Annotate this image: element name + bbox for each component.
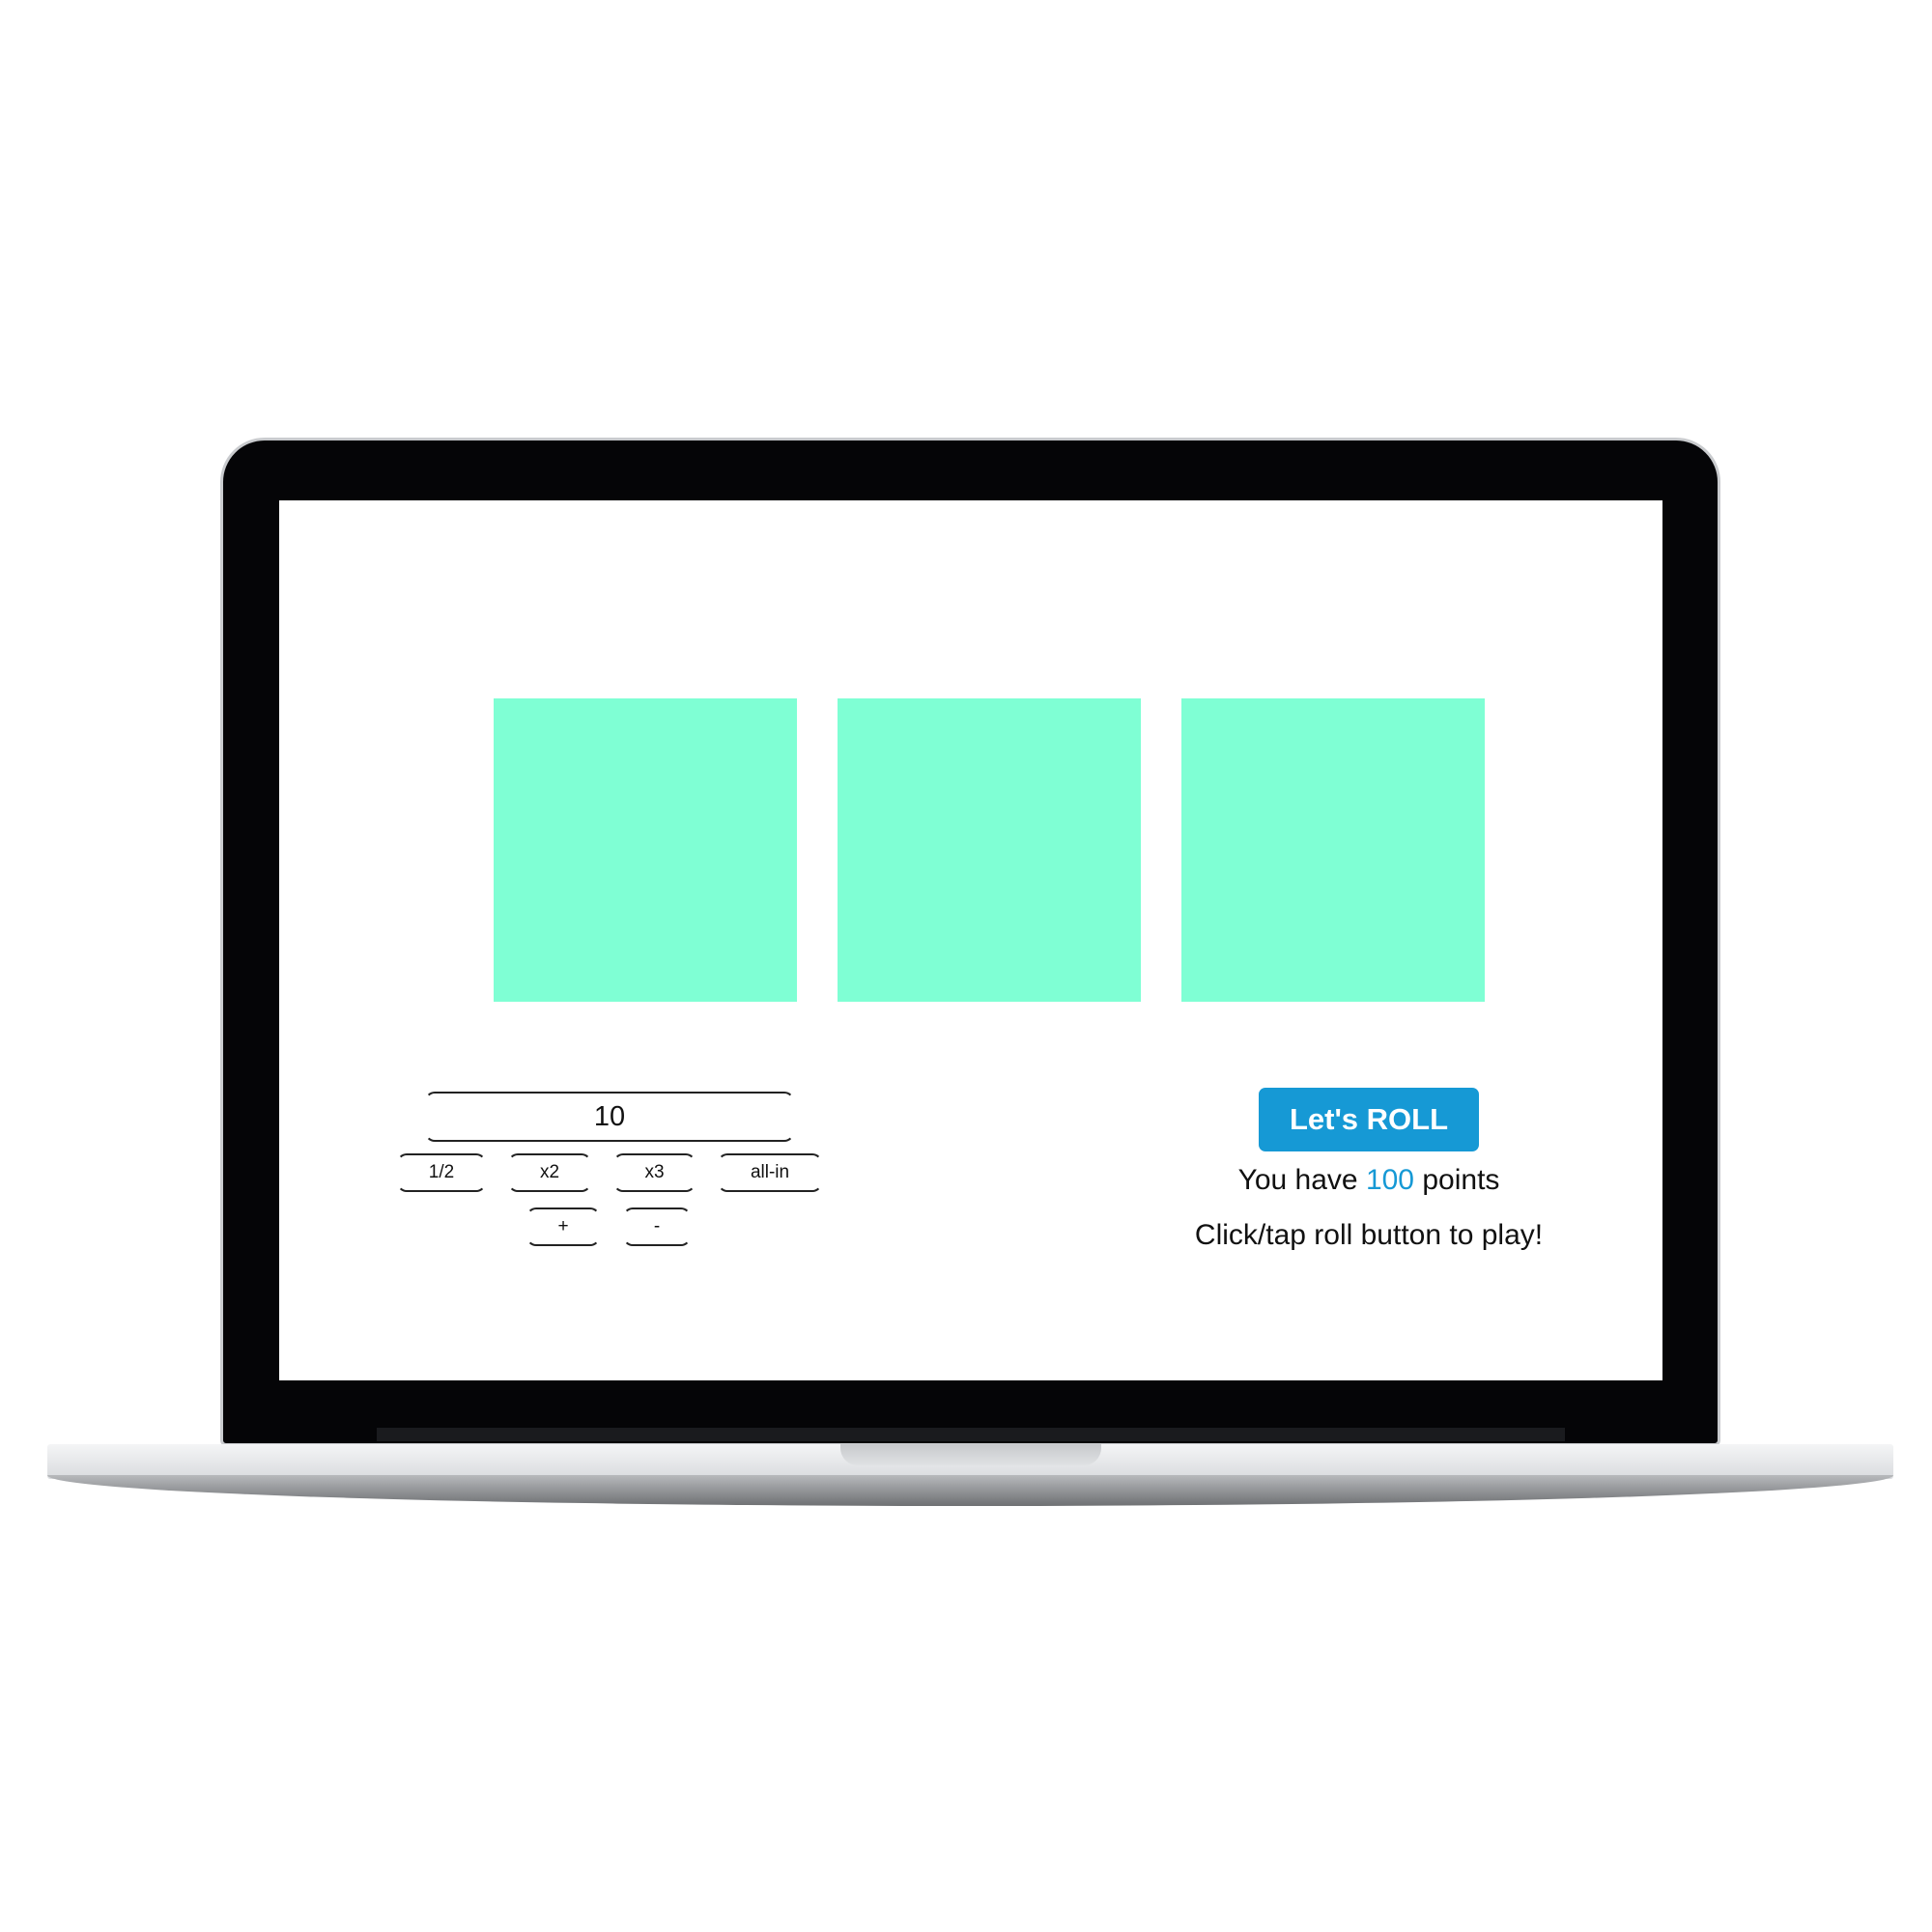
laptop-hinge [377,1428,1565,1441]
play-hint: Click/tap roll button to play! [1194,1219,1544,1251]
slot-reel-1 [494,698,797,1002]
slot-reel-3 [1181,698,1485,1002]
bet-decrease-button[interactable]: - [623,1208,691,1246]
bet-triple-button[interactable]: x3 [613,1153,696,1192]
bet-all-in-button[interactable]: all-in [718,1153,822,1192]
bet-double-button[interactable]: x2 [508,1153,591,1192]
laptop-base-bottom [47,1475,1893,1506]
laptop-notch [840,1444,1101,1465]
slot-reel-2 [838,698,1141,1002]
bet-increase-button[interactable]: + [526,1208,600,1246]
points-status: You have 100 points [1129,1157,1608,1204]
laptop-mockup: 1/2 x2 x3 all-in + - Let's ROLL You have… [0,0,1932,1932]
app-screen: 1/2 x2 x3 all-in + - Let's ROLL You have… [279,500,1662,1380]
bet-half-button[interactable]: 1/2 [397,1153,486,1192]
points-suffix: points [1422,1164,1500,1196]
roll-button[interactable]: Let's ROLL [1259,1088,1479,1151]
points-value: 100 [1365,1164,1414,1196]
points-prefix: You have [1237,1164,1358,1196]
bet-amount-input[interactable] [425,1092,794,1142]
